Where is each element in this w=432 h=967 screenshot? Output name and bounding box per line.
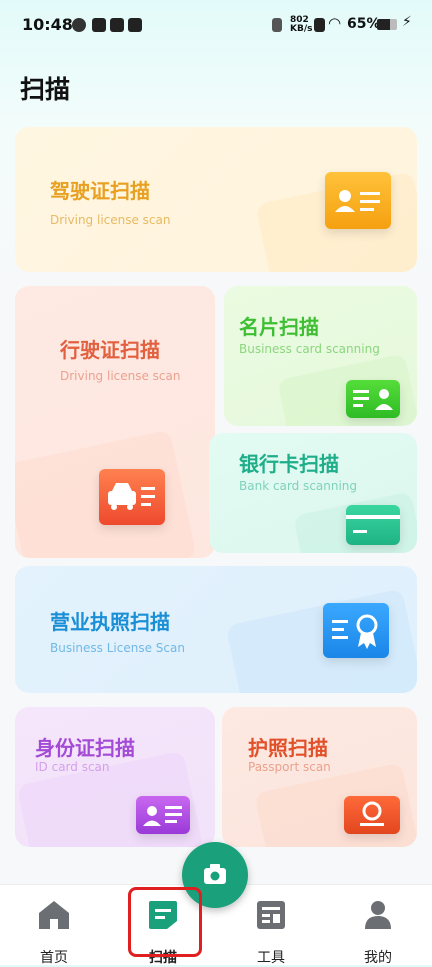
card-title: 营业执照扫描: [50, 610, 170, 634]
business-license-card[interactable]: 营业执照扫描 Business License Scan: [15, 566, 417, 693]
app-notification-icon: [92, 18, 106, 32]
mail-icon: [110, 18, 124, 32]
card-title: 驾驶证扫描: [50, 179, 150, 203]
business-license-icon: [323, 603, 389, 658]
charging-icon: ⚡: [402, 14, 412, 30]
card-title: 银行卡扫描: [239, 452, 339, 476]
battery-percent: 65%: [347, 16, 381, 32]
net-speed: 802 KB/s: [290, 15, 313, 34]
person-icon: [365, 901, 391, 929]
passport-card[interactable]: 护照扫描 Passport scan: [222, 707, 417, 847]
driving-license-icon: [325, 172, 391, 229]
card-subtitle: Driving license scan: [60, 369, 181, 383]
vibrate-icon: [272, 18, 282, 32]
bank-card-card[interactable]: 银行卡扫描 Bank card scanning: [209, 433, 417, 553]
business-card-card[interactable]: 名片扫描 Business card scanning: [224, 286, 417, 426]
card-title: 名片扫描: [239, 315, 319, 339]
vehicle-license-card[interactable]: 行驶证扫描 Driving license scan: [15, 286, 215, 558]
card-subtitle: Bank card scanning: [239, 479, 358, 493]
passport-icon: [344, 796, 400, 834]
tiktok-icon: [128, 18, 142, 32]
card-subtitle: ID card scan: [35, 760, 110, 774]
card-subtitle: Driving license scan: [50, 213, 171, 227]
business-card-icon: [346, 380, 400, 418]
nav-label: 我的: [364, 950, 392, 966]
nav-mine[interactable]: 我的: [338, 899, 418, 966]
nav-home[interactable]: 首页: [14, 899, 94, 966]
bank-card-icon: [346, 505, 400, 545]
home-icon: [39, 901, 69, 929]
battery-icon: [377, 19, 397, 30]
app-notification-icon: [72, 18, 86, 32]
card-subtitle: Business card scanning: [239, 342, 380, 356]
card-title: 身份证扫描: [35, 736, 135, 760]
card-title: 行驶证扫描: [60, 338, 160, 362]
vehicle-license-icon: [99, 469, 165, 525]
id-card-card[interactable]: 身份证扫描 ID card scan: [15, 707, 215, 847]
selection-highlight: [128, 887, 202, 957]
card-subtitle: Business License Scan: [50, 641, 185, 655]
nav-label: 首页: [40, 950, 68, 966]
wifi-icon: ◠: [328, 14, 342, 32]
nav-label: 工具: [257, 950, 285, 966]
id-card-icon: [136, 796, 190, 834]
card-title: 护照扫描: [248, 736, 328, 760]
page-title: 扫描: [20, 75, 71, 104]
status-bar: 10:48 802 KB/s ◠ 65% ⚡: [0, 0, 432, 50]
driving-license-card[interactable]: 驾驶证扫描 Driving license scan: [15, 127, 417, 272]
card-subtitle: Passport scan: [248, 760, 331, 774]
sim-icon: [314, 18, 325, 32]
status-time: 10:48: [22, 15, 73, 34]
